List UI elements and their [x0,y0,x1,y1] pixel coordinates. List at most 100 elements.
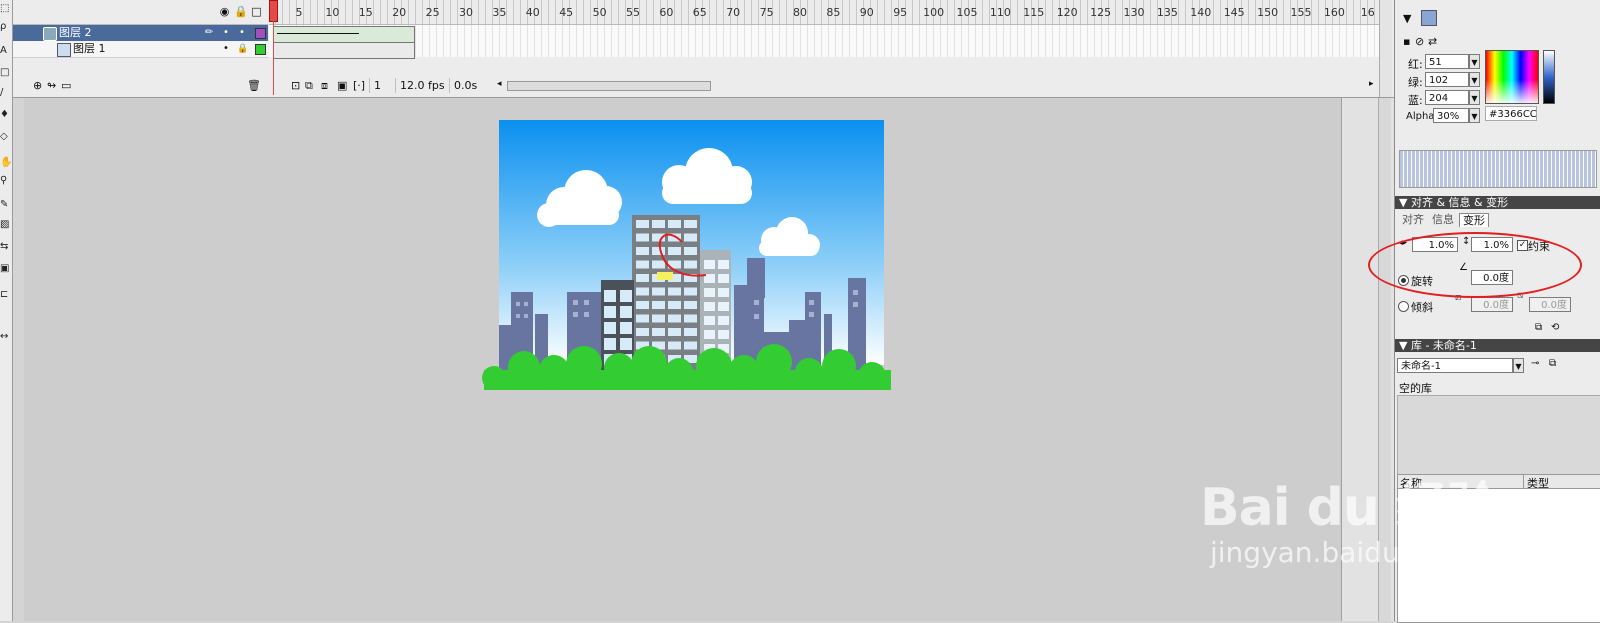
layer-color-swatch[interactable] [255,44,266,55]
lock-icon[interactable]: 🔒 [234,5,248,18]
swap-colors-icon[interactable]: ⇆ [0,240,12,254]
default-colors-icon[interactable]: ▪ [1403,35,1410,48]
building-window [718,316,729,325]
zoom-tool-icon[interactable]: ⚲ [0,174,12,188]
blue-input[interactable]: 204 [1425,90,1469,105]
rectangle-tool-icon[interactable]: □ [0,66,12,80]
stroke-color-icon[interactable]: ✎ [0,198,12,212]
frame-ruler[interactable]: 5 10 15 20 25 30 35 40 45 50 55 60 65 70 75 80 85 90 95 100… [269,0,1379,25]
building-window [636,301,649,309]
building-window [636,260,649,269]
stage-canvas[interactable] [474,120,891,390]
red-input[interactable]: 51 [1425,54,1469,69]
frame-rate: 12.0 fps [395,78,449,93]
building-window [684,314,697,323]
building-window [684,260,697,269]
delete-layer-icon[interactable]: 🗑 [247,79,261,92]
timeline-panel: ◉ 🔒 □ 图层 2 ✏ • • 图层 1 • 🔒 ⊕ ↬ ▭ 🗑 510 15… [13,0,1420,98]
add-guide-icon[interactable]: ↬ [47,79,56,92]
swap-colors-icon[interactable]: ⇄ [1428,35,1437,48]
building-window [684,287,697,296]
building-window [718,330,729,339]
scroll-left-icon[interactable]: ◂ [497,79,502,89]
playhead[interactable] [269,0,278,22]
frame-grid[interactable] [269,25,1379,57]
new-library-icon[interactable]: ⧉ [1549,358,1556,369]
ruler-tick: 25 [425,6,440,19]
red-dropdown-icon[interactable]: ▼ [1469,54,1480,69]
tab-align[interactable]: 对齐 [1399,213,1427,226]
motion-tween-span[interactable] [273,26,415,43]
timeline-vscroll[interactable] [1379,0,1392,97]
subselect-tool-icon[interactable]: ⬚ [0,2,12,16]
add-layer-icon[interactable]: ⊕ [33,79,42,92]
ink-bottle-tool-icon[interactable]: ♦ [0,108,12,122]
layer-color-swatch[interactable] [255,28,266,39]
skew-radio[interactable] [1398,301,1409,312]
fill-color-icon[interactable]: ▨ [0,218,12,232]
copy-transform-icon[interactable]: ⧉ [1535,322,1542,333]
green-input[interactable]: 102 [1425,72,1469,87]
onion-markers-icon[interactable]: [·] [353,79,365,92]
eraser-tool-icon[interactable]: ◇ [0,130,12,144]
fill-color-swatch[interactable] [1421,10,1437,26]
green-dropdown-icon[interactable]: ▼ [1469,72,1480,87]
ruler-tick: 60 [659,6,674,19]
edit-multiple-icon[interactable]: ▣ [337,79,347,92]
visibility-dot[interactable]: • [223,25,229,41]
ruler-tick: 105 [956,6,978,19]
transform-panel-title[interactable]: ▼ 对齐 & 信息 & 变形 [1395,196,1600,209]
text-tool-icon[interactable]: A [0,44,12,58]
frame-status-bar: ⊡ ⧉ ⧈ ▣ [·] 1 12.0 fps 0.0s ◂ ▸ [269,77,1379,95]
brightness-slider[interactable] [1543,50,1555,104]
eye-icon[interactable]: ◉ [218,5,231,18]
ruler-tick: 20 [392,6,407,19]
no-color-icon[interactable]: ⊘ [1415,35,1424,48]
library-panel-title[interactable]: ▼ 库 - 未命名-1 [1395,339,1600,352]
ruler-tick: 80 [793,6,807,19]
blue-dropdown-icon[interactable]: ▼ [1469,90,1480,105]
skew-horizontal-input[interactable]: 0.0度 [1471,297,1513,312]
building-window [684,301,697,309]
color-spectrum[interactable] [1485,50,1539,104]
ruler-tick: 45 [559,6,574,19]
layer-row[interactable]: 图层 1 • 🔒 [13,41,268,58]
scroll-right-icon[interactable]: ▸ [1369,79,1374,89]
alpha-input[interactable]: 30% [1433,108,1469,123]
layer1-frame-span[interactable] [273,42,415,59]
smooth-option-icon[interactable]: ↔ [0,330,12,344]
alpha-dropdown-icon[interactable]: ▼ [1469,108,1480,123]
tab-info[interactable]: 信息 [1429,213,1457,226]
building-window [636,220,649,228]
snap-option-icon[interactable]: ▣ [0,262,12,276]
onion-skin-icon[interactable]: ⧉ [305,79,313,93]
hand-tool-icon[interactable]: ✋ [0,156,12,170]
reset-transform-icon[interactable]: ⟲ [1551,322,1559,333]
building-window [604,322,616,334]
lasso-tool-icon[interactable]: ρ [0,20,12,34]
building-window [636,274,649,282]
tab-transform[interactable]: 变形 [1459,213,1489,227]
onion-outline-icon[interactable]: ⧈ [321,79,328,93]
pin-library-icon[interactable]: ⊸ [1531,358,1539,369]
layer-row[interactable]: 图层 2 ✏ • • [13,25,268,41]
building-window [636,314,649,323]
add-folder-icon[interactable]: ▭ [61,79,71,92]
library-doc-select[interactable]: 未命名-1 [1397,358,1513,373]
skew-vertical-input[interactable]: 0.0度 [1529,297,1571,312]
lock-dot[interactable]: • [239,25,245,41]
visibility-dot[interactable]: • [223,41,229,57]
layer-name: 图层 2 [59,26,92,39]
option-icon[interactable]: ⊏ [0,288,12,302]
building-window [620,322,632,334]
brush-tool-icon[interactable]: / [0,86,12,100]
library-doc-dropdown-icon[interactable]: ▼ [1513,358,1524,373]
building-window [604,306,616,318]
hex-input[interactable]: #3366CC [1485,106,1537,121]
building-window [684,233,697,242]
timeline-hscroll-thumb[interactable] [507,81,711,91]
fill-bucket-icon[interactable]: ▼ [1403,12,1411,25]
outline-icon[interactable]: □ [250,5,263,18]
lock-icon[interactable]: 🔒 [237,41,248,57]
center-frame-icon[interactable]: ⊡ [291,79,300,92]
